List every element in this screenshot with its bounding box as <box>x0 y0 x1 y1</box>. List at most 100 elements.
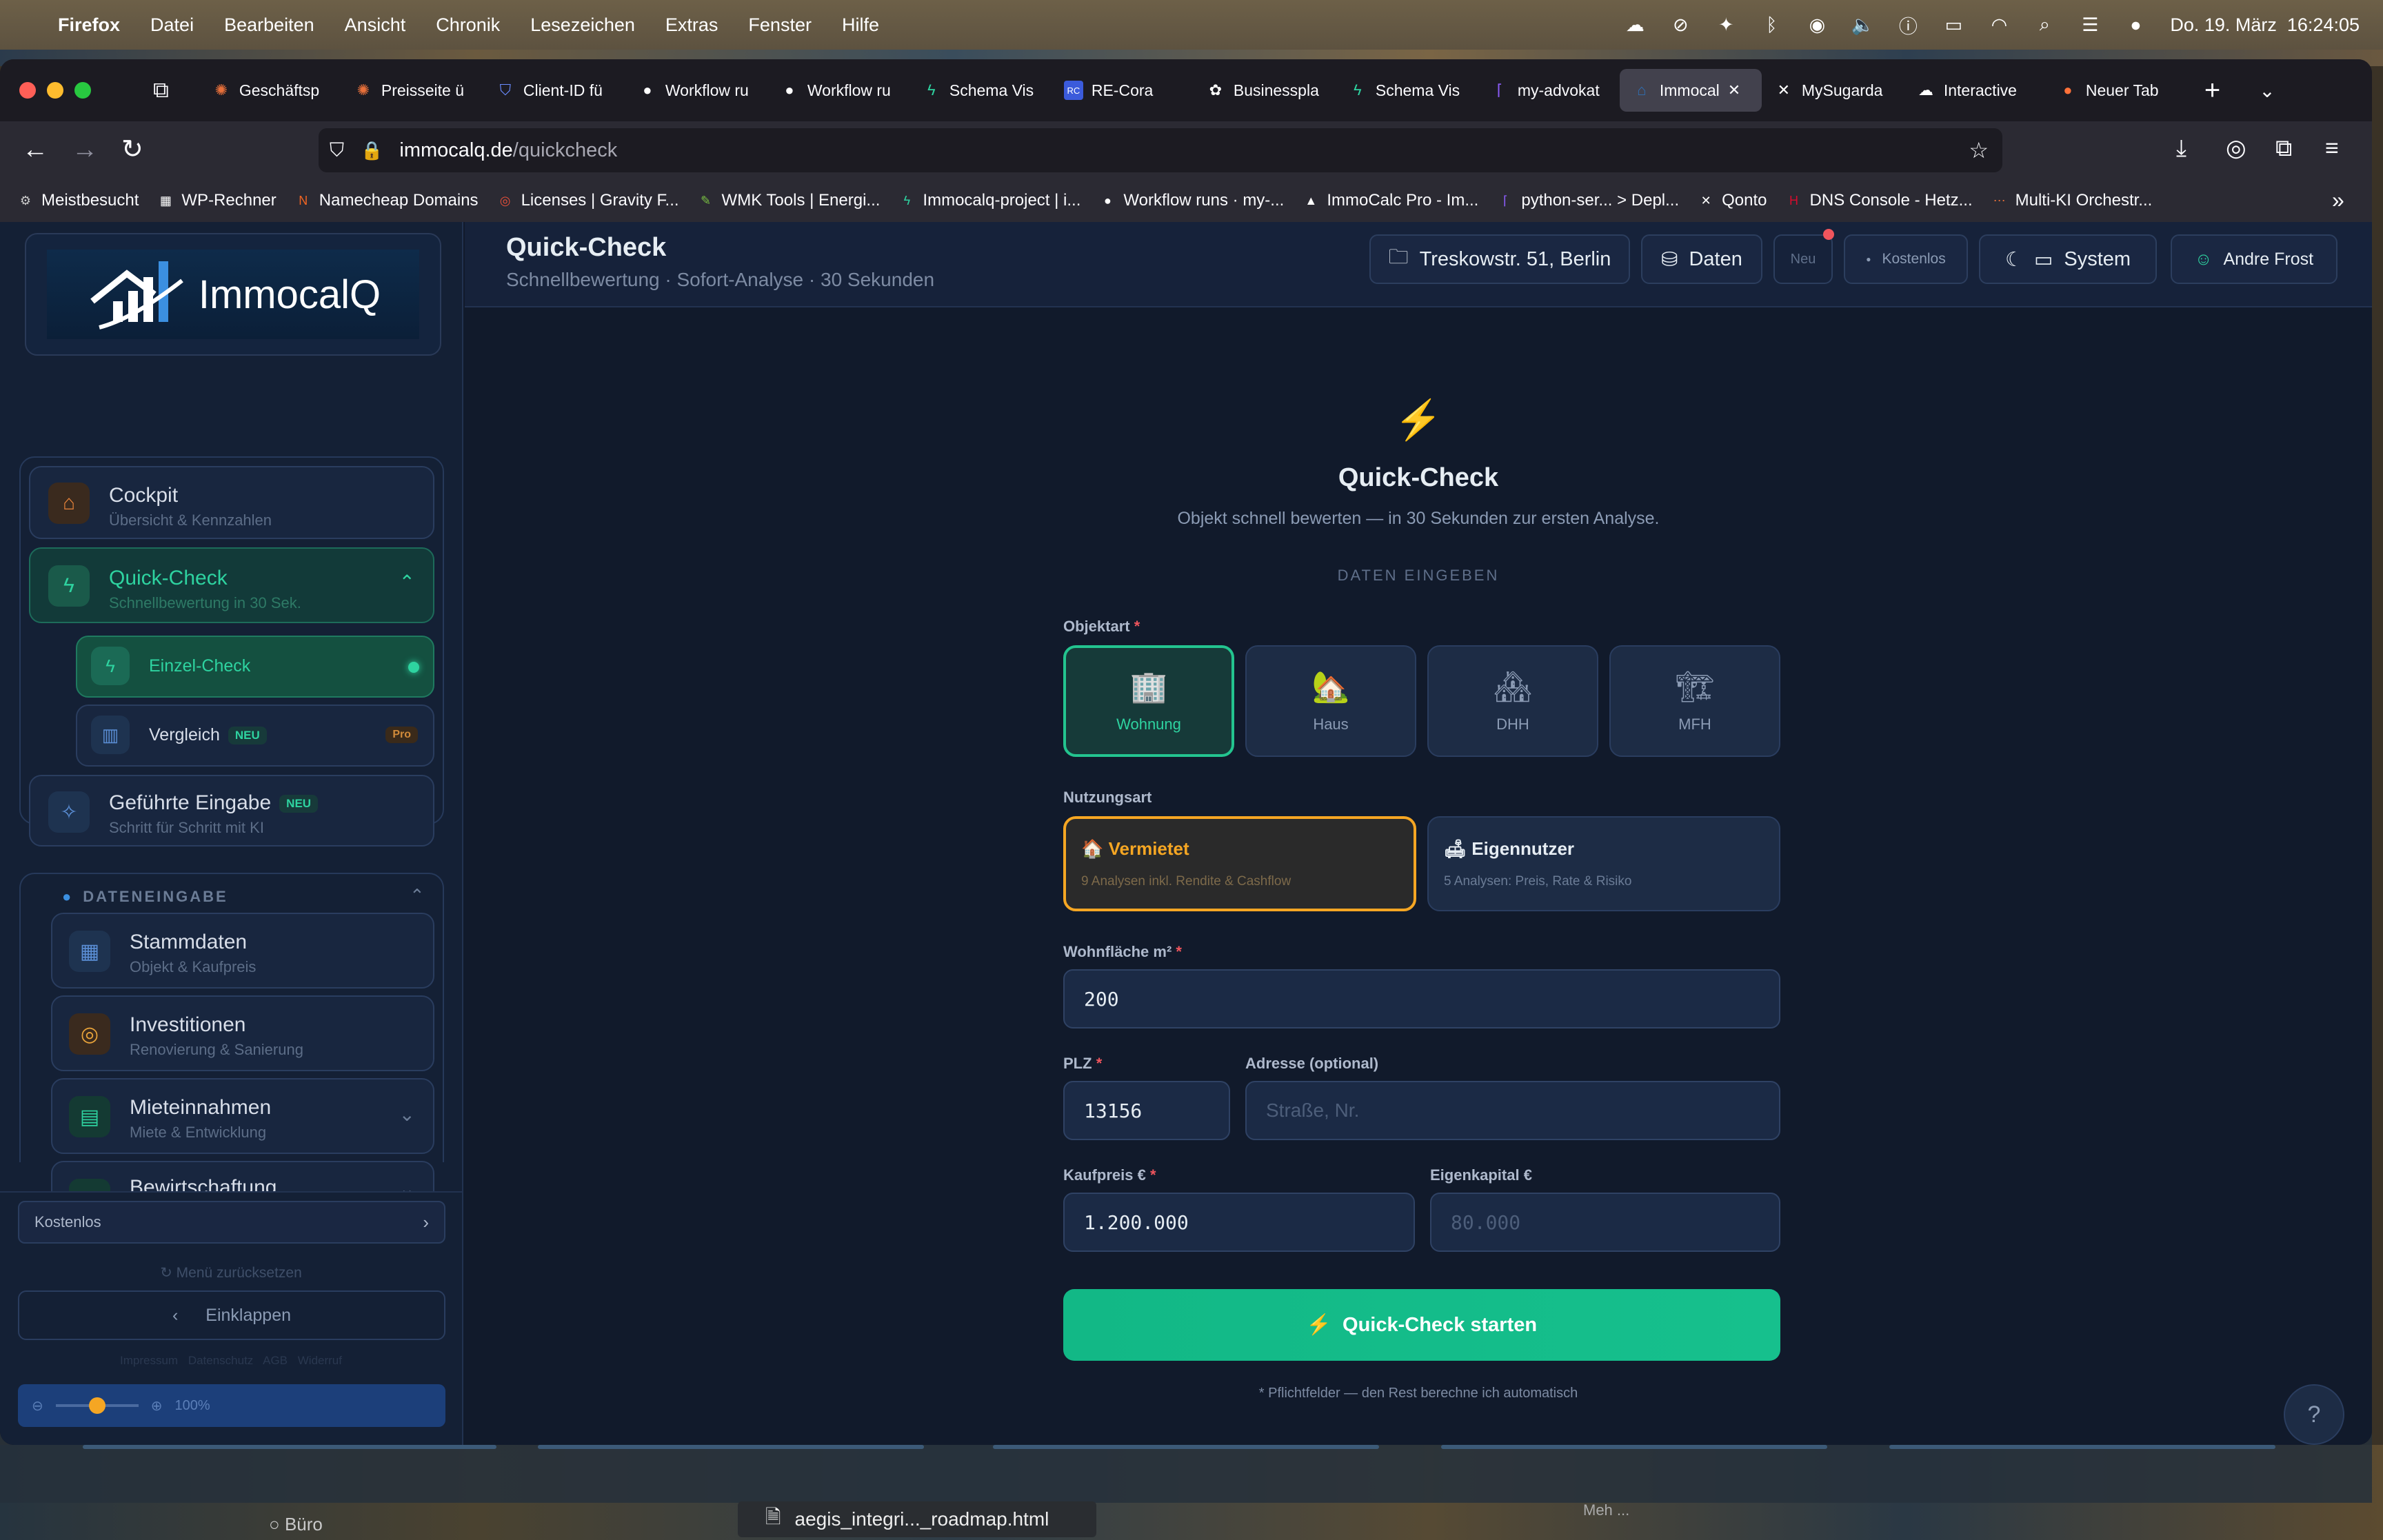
tab-overview-icon[interactable]: ⧉ <box>153 77 169 103</box>
address-button[interactable]: 🗀 Treskowstr. 51, Berlin <box>1369 234 1630 284</box>
tab-12[interactable]: ☁ Interactive <box>1904 69 2046 112</box>
link-agb[interactable]: AGB <box>263 1354 288 1367</box>
eigenkapital-input[interactable]: 80.000 <box>1430 1193 1780 1252</box>
reload-button[interactable]: ↻ <box>121 136 143 163</box>
data-bewirtschaftung[interactable]: ▦ Bewirtschaftung ⌄ <box>51 1161 434 1191</box>
menu-extras[interactable]: Extras <box>665 14 718 36</box>
bookmark-10[interactable]: H DNS Console - Hetz... <box>1785 191 1973 210</box>
link-impressum[interactable]: Impressum <box>120 1354 178 1367</box>
menu-app-name[interactable]: Firefox <box>58 14 120 36</box>
bookmark-9[interactable]: ✕ Qonto <box>1697 191 1767 210</box>
creative-icon[interactable]: ✦ <box>1715 14 1737 36</box>
bluetooth-icon[interactable]: ᛒ <box>1760 14 1782 36</box>
data-investitionen[interactable]: ◎ Investitionen Renovierung & Sanierung <box>51 995 434 1071</box>
forward-button[interactable]: → <box>72 136 98 163</box>
theme-toggle[interactable]: ☾ ▭ System <box>1979 234 2157 284</box>
chevron-down-icon[interactable]: ⌄ <box>399 1103 415 1126</box>
control-center-icon[interactable]: ☰ <box>2079 14 2101 36</box>
zoom-out-icon[interactable]: ⊖ <box>32 1397 43 1415</box>
minimize-window-button[interactable] <box>47 82 63 99</box>
nav-cockpit[interactable]: ⌂ Cockpit Übersicht & Kennzahlen <box>29 466 434 539</box>
user-status-icon[interactable]: ◉ <box>1806 14 1828 36</box>
menubar-clock[interactable]: Do. 19. März 16:24:05 <box>2170 14 2360 36</box>
bookmark-3[interactable]: ◎ Licenses | Gravity F... <box>496 191 679 210</box>
nav-vergleich[interactable]: ▥ Vergleich NEU Pro <box>76 705 434 767</box>
neu-button[interactable]: Neu <box>1773 234 1833 284</box>
account-icon[interactable]: ◎ <box>2226 136 2246 160</box>
data-stammdaten[interactable]: ▦ Stammdaten Objekt & Kaufpreis <box>51 913 434 989</box>
bookmark-6[interactable]: ● Workflow runs · my-... <box>1098 191 1284 210</box>
objektart-dhh[interactable]: 🏘 DHH <box>1427 645 1598 757</box>
close-window-button[interactable] <box>19 82 36 99</box>
zoom-slider[interactable] <box>55 1397 139 1414</box>
battery-icon[interactable]: ▭ <box>1942 14 1964 36</box>
logo[interactable]: ImmocalQ <box>25 233 441 356</box>
link-datenschutz[interactable]: Datenschutz <box>188 1354 254 1367</box>
url-bar[interactable]: ⛉ 🔒 immocalq.de/quickcheck ☆ <box>319 128 2002 172</box>
menu-datei[interactable]: Datei <box>150 14 194 36</box>
sync-icon[interactable]: ⊘ <box>1669 14 1691 36</box>
menu-icon[interactable]: ≡ <box>2325 136 2339 160</box>
zoom-slider-knob[interactable] <box>88 1397 105 1414</box>
user-menu[interactable]: ☺ Andre Frost <box>2171 234 2337 284</box>
chevron-up-icon[interactable]: ⌃ <box>410 885 425 906</box>
quick-check-submit-button[interactable]: ⚡ Quick-Check starten <box>1063 1289 1780 1361</box>
plan-selector[interactable]: Kostenlos › <box>18 1201 445 1244</box>
volume-icon[interactable]: 🔈 <box>1851 14 1875 36</box>
wohnflaeche-input[interactable]: 200 <box>1063 969 1780 1029</box>
download-item[interactable]: 🗎 aegis_integri..._roadmap.html <box>738 1501 1096 1537</box>
section-title[interactable]: ● DATENEINGABE <box>62 888 228 906</box>
bookmark-8[interactable]: ⌈ python-ser... > Depl... <box>1496 191 1679 210</box>
bookmark-5[interactable]: ϟ Immocalq-project | i... <box>898 191 1081 210</box>
new-tab-button[interactable]: + <box>2204 75 2220 106</box>
menu-ansicht[interactable]: Ansicht <box>345 14 406 36</box>
nav-gefuehrte-eingabe[interactable]: ✧ Geführte Eingabe NEU Schritt für Schrit… <box>29 775 434 847</box>
bookmark-4[interactable]: ✎ WMK Tools | Energi... <box>697 191 880 210</box>
bookmark-11[interactable]: ⋯ Multi-KI Orchestr... <box>1991 191 2153 210</box>
objektart-mfh[interactable]: 🏗 MFH <box>1609 645 1780 757</box>
nutzung-eigennutzer[interactable]: 🛋 Eigennutzer 5 Analysen: Preis, Rate & … <box>1427 816 1780 911</box>
link-widerruf[interactable]: Widerruf <box>298 1354 342 1367</box>
downloads-icon[interactable]: ⤓ <box>2176 136 2186 160</box>
tab-10[interactable]: ⌂ Immocal ✕ <box>1619 69 1762 112</box>
objektart-haus[interactable]: 🏡 Haus <box>1245 645 1416 757</box>
bookmarks-overflow-icon[interactable]: » <box>2332 188 2344 213</box>
tab-13[interactable]: ● Neuer Tab <box>2046 69 2188 112</box>
accessibility-icon[interactable]: ⓘ <box>1897 14 1919 37</box>
wifi-icon[interactable]: ◠ <box>1988 14 2010 36</box>
plan-badge[interactable]: ● Kostenlos <box>1844 234 1968 284</box>
kaufpreis-input[interactable]: 1.200.000 <box>1063 1193 1415 1252</box>
menu-fenster[interactable]: Fenster <box>748 14 812 36</box>
tab-3[interactable]: ● Workflow ru <box>625 69 767 112</box>
tab-9[interactable]: ⌈ my-advokat <box>1478 69 1620 112</box>
tab-11[interactable]: ✕ MySugarda <box>1762 69 1904 112</box>
tab-2[interactable]: ⛉ Client-ID fü <box>483 69 625 112</box>
tab-4[interactable]: ● Workflow ru <box>767 69 909 112</box>
menu-hilfe[interactable]: Hilfe <box>842 14 879 36</box>
zoom-window-button[interactable] <box>74 82 91 99</box>
nutzung-vermietet[interactable]: 🏠 Vermietet 9 Analysen inkl. Rendite & C… <box>1063 816 1416 911</box>
bookmark-0[interactable]: ⚙ Meistbesucht <box>17 191 139 210</box>
zoom-in-icon[interactable]: ⊕ <box>151 1397 163 1415</box>
tab-0[interactable]: ✺ Geschäftsp <box>199 69 341 112</box>
objektart-wohnung[interactable]: 🏢 Wohnung <box>1063 645 1234 757</box>
nav-einzel-check[interactable]: ϟ Einzel-Check <box>76 636 434 698</box>
help-button[interactable]: ? <box>2284 1384 2344 1445</box>
extensions-icon[interactable]: ⧉ <box>2275 136 2292 160</box>
bookmark-star-icon[interactable]: ☆ <box>1969 137 1989 163</box>
tab-8[interactable]: ϟ Schema Vis <box>1336 69 1478 112</box>
tab-1[interactable]: ✺ Preisseite ü <box>341 69 483 112</box>
bookmark-2[interactable]: N Namecheap Domains <box>294 191 478 210</box>
menu-chronik[interactable]: Chronik <box>436 14 500 36</box>
lock-icon[interactable]: 🔒 <box>361 140 383 161</box>
menu-bearbeiten[interactable]: Bearbeiten <box>224 14 314 36</box>
bookmark-7[interactable]: ▲ ImmoCalc Pro - Im... <box>1302 191 1478 210</box>
nav-quick-check[interactable]: ϟ Quick-Check Schnellbewertung in 30 Sek… <box>29 547 434 623</box>
tab-6[interactable]: RC RE-Cora <box>1052 69 1194 112</box>
tab-7[interactable]: ✿ Businesspla <box>1194 69 1336 112</box>
tab-5[interactable]: ϟ Schema Vis <box>909 69 1052 112</box>
daten-button[interactable]: ⛁ Daten <box>1641 234 1762 284</box>
chevron-up-icon[interactable]: ⌃ <box>399 571 415 594</box>
cloud-status-icon[interactable]: ☁ <box>1624 14 1646 36</box>
adresse-input[interactable]: Straße, Nr. <box>1245 1081 1780 1140</box>
